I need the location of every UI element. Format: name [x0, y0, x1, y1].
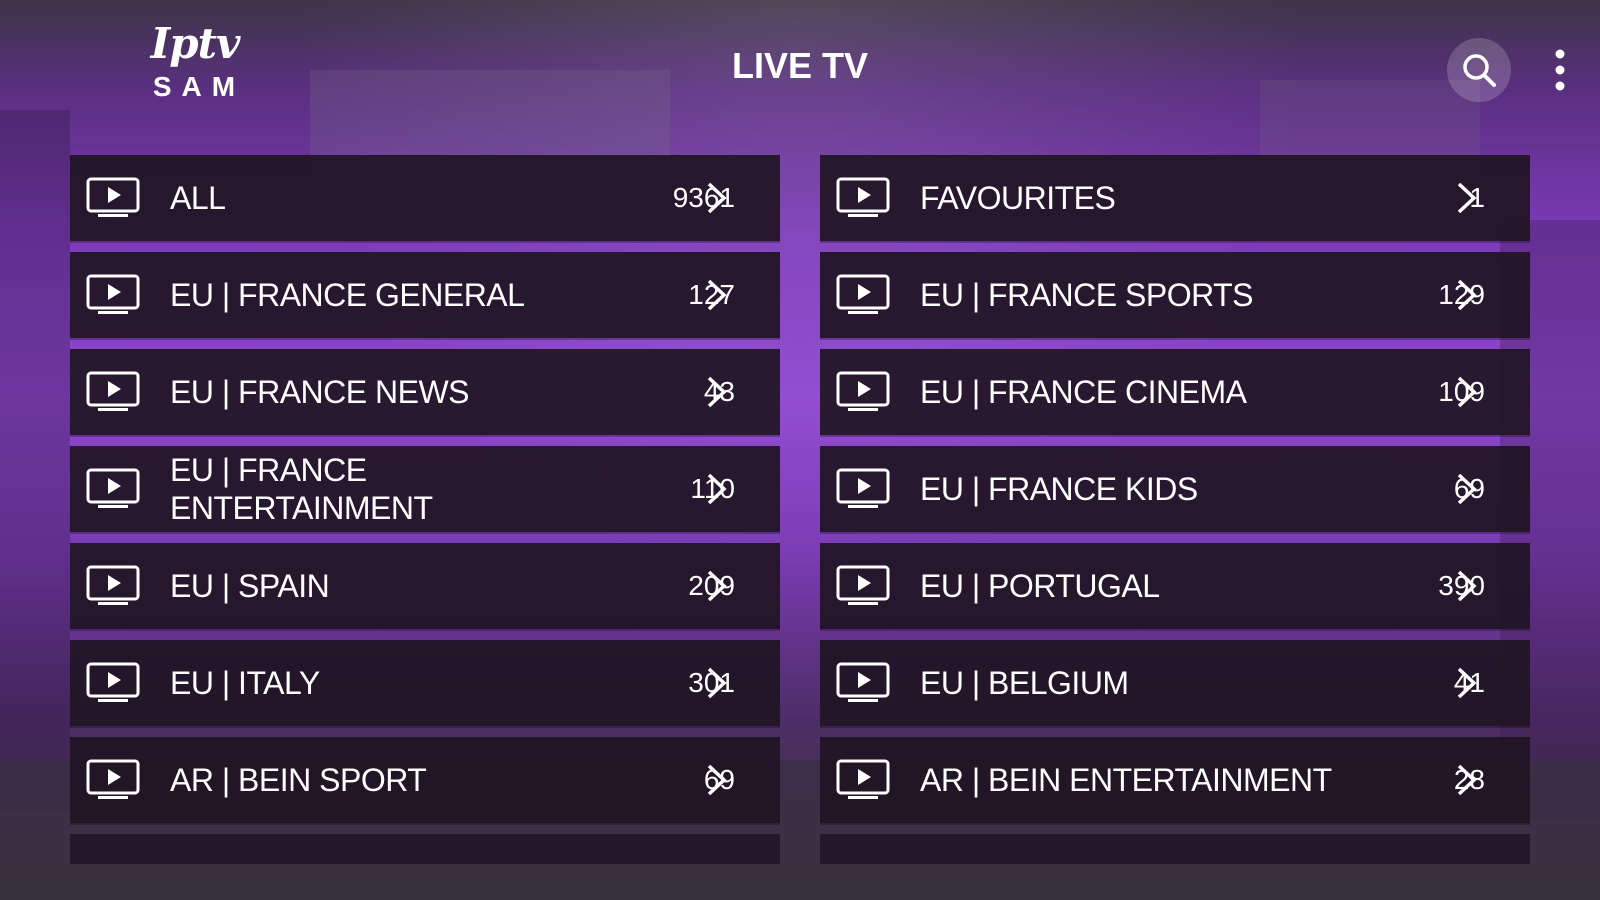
tv-play-icon [836, 274, 890, 314]
tv-play-icon [836, 177, 890, 217]
category-name: EU | FRANCE SPORTS [920, 277, 1254, 313]
category-row-france-sports[interactable]: EU | FRANCE SPORTS 129 [820, 252, 1530, 338]
background-building [0, 110, 70, 810]
tv-play-icon [86, 371, 140, 411]
category-row-france-entertainment[interactable]: EU | FRANCE ENTERTAINMENT 110 [70, 446, 780, 532]
tv-play-icon [86, 468, 140, 508]
category-name: FAVOURITES [920, 180, 1116, 216]
tv-play-icon [836, 468, 890, 508]
chevron-right-icon [1457, 182, 1477, 214]
category-name: EU | FRANCE NEWS [170, 374, 470, 410]
category-row-belgium[interactable]: EU | BELGIUM 41 [820, 640, 1530, 726]
search-button[interactable] [1447, 38, 1511, 102]
category-row-all[interactable]: ALL 9361 [70, 155, 780, 241]
tv-play-icon [86, 565, 140, 605]
tv-play-icon [836, 371, 890, 411]
chevron-right-icon [707, 764, 727, 796]
category-row-france-general[interactable]: EU | FRANCE GENERAL 127 [70, 252, 780, 338]
category-name: EU | FRANCE ENTERTAINMENT [170, 452, 433, 526]
category-row-spain[interactable]: EU | SPAIN 209 [70, 543, 780, 629]
tv-play-icon [86, 177, 140, 217]
category-name: EU | FRANCE GENERAL [170, 277, 525, 313]
top-bar: Iptv SAM LIVE TV [0, 0, 1600, 140]
chevron-right-icon [707, 570, 727, 602]
app-logo: Iptv SAM [140, 18, 250, 118]
category-name: EU | FRANCE CINEMA [920, 374, 1247, 410]
chevron-right-icon [707, 279, 727, 311]
tv-play-icon [836, 759, 890, 799]
chevron-right-icon [1457, 570, 1477, 602]
logo-script-text: Iptv [150, 19, 241, 68]
category-row-partial[interactable] [820, 834, 1530, 864]
chevron-right-icon [1457, 473, 1477, 505]
category-row-france-kids[interactable]: EU | FRANCE KIDS 69 [820, 446, 1530, 532]
category-row-france-news[interactable]: EU | FRANCE NEWS 43 [70, 349, 780, 435]
category-row-france-cinema[interactable]: EU | FRANCE CINEMA 109 [820, 349, 1530, 435]
category-row-bein-entertainment[interactable]: AR | BEIN ENTERTAINMENT 28 [820, 737, 1530, 823]
tv-play-icon [86, 759, 140, 799]
chevron-right-icon [707, 376, 727, 408]
live-tv-screen: Iptv SAM LIVE TV ALL 9361 EU | FRANCE GE… [0, 0, 1600, 900]
page-title: LIVE TV [731, 45, 869, 86]
chevron-right-icon [1457, 667, 1477, 699]
tv-play-icon [86, 662, 140, 702]
tv-play-icon [836, 662, 890, 702]
chevron-right-icon [1457, 279, 1477, 311]
chevron-right-icon [707, 182, 727, 214]
chevron-right-icon [707, 473, 727, 505]
chevron-right-icon [707, 667, 727, 699]
category-name: EU | FRANCE KIDS [920, 471, 1198, 507]
logo-word-text: SAM [152, 71, 246, 102]
category-name: ALL [170, 180, 226, 216]
chevron-right-icon [1457, 376, 1477, 408]
category-row-portugal[interactable]: EU | PORTUGAL 390 [820, 543, 1530, 629]
category-row-bein-sport[interactable]: AR | BEIN SPORT 69 [70, 737, 780, 823]
more-vertical-icon [1555, 49, 1565, 91]
category-name: AR | BEIN ENTERTAINMENT [920, 762, 1332, 798]
chevron-right-icon [1457, 764, 1477, 796]
category-name: EU | ITALY [170, 665, 320, 701]
category-row-favourites[interactable]: FAVOURITES 1 [820, 155, 1530, 241]
more-options-button[interactable] [1545, 40, 1575, 100]
category-row-italy[interactable]: EU | ITALY 301 [70, 640, 780, 726]
category-name: EU | SPAIN [170, 568, 330, 604]
tv-play-icon [86, 274, 140, 314]
category-name: EU | PORTUGAL [920, 568, 1160, 604]
search-icon [1463, 54, 1496, 87]
category-row-partial[interactable] [70, 834, 780, 864]
tv-play-icon [836, 565, 890, 605]
category-name: EU | BELGIUM [920, 665, 1129, 701]
category-name: AR | BEIN SPORT [170, 762, 427, 798]
